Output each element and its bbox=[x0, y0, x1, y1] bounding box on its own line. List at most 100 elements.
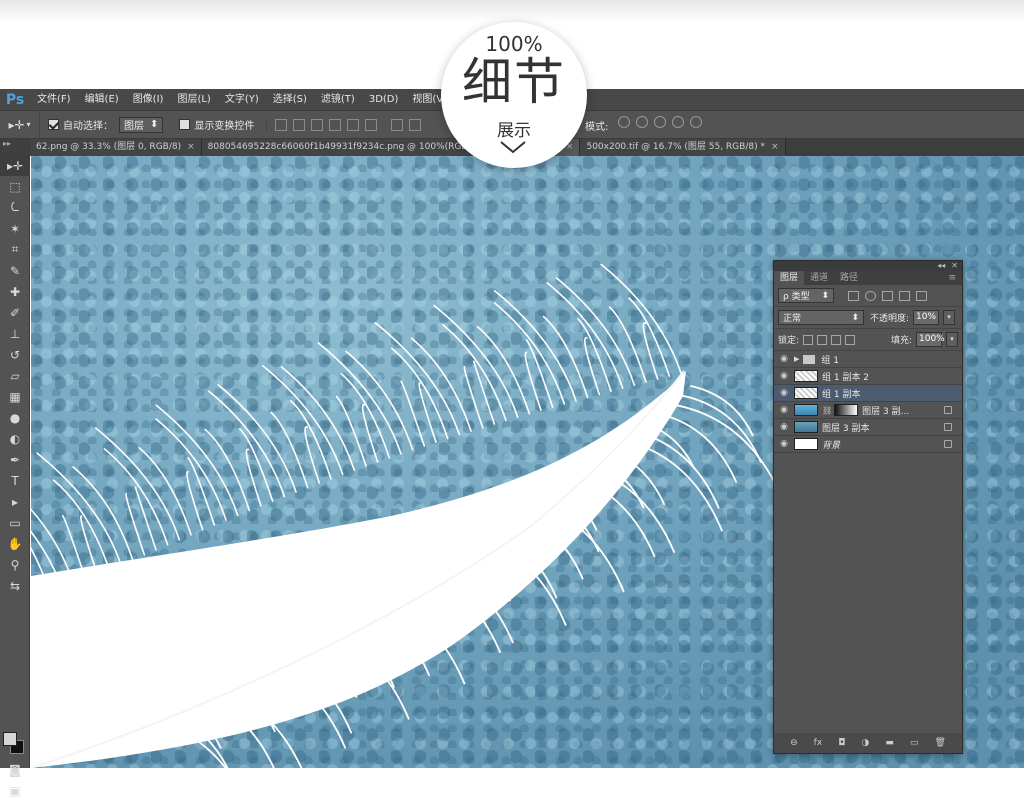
filter-type-icon[interactable] bbox=[882, 290, 893, 301]
panel-menu-icon[interactable]: ≡ bbox=[942, 271, 962, 285]
tools-panel-header[interactable]: ▸▸ bbox=[0, 139, 29, 155]
auto-select-dropdown[interactable]: 图层 ⬍ bbox=[119, 116, 164, 133]
filter-shape-icon[interactable] bbox=[899, 290, 910, 301]
3d-drag-icon[interactable] bbox=[654, 116, 666, 128]
fx-icon[interactable]: fx bbox=[814, 738, 823, 748]
trash-icon[interactable]: 🗑 bbox=[935, 738, 946, 748]
distribute-top-icon[interactable] bbox=[391, 118, 404, 131]
auto-select-checkbox[interactable] bbox=[48, 119, 59, 130]
new-layer-icon[interactable]: ▭ bbox=[910, 738, 919, 748]
layer-row[interactable]: ◉ ▶ 组 1 bbox=[774, 351, 962, 368]
tab-paths[interactable]: 路径 bbox=[834, 271, 864, 285]
quick-mask-tool[interactable]: ◙ bbox=[0, 759, 30, 780]
collapse-icon[interactable]: ◂◂ bbox=[937, 261, 945, 271]
link-icon[interactable]: ⛓ bbox=[822, 406, 832, 415]
3d-slide-icon[interactable] bbox=[672, 116, 684, 128]
close-icon[interactable]: × bbox=[187, 139, 195, 156]
menu-item[interactable]: 文字(Y) bbox=[218, 89, 266, 111]
3d-scale-icon[interactable] bbox=[690, 116, 702, 128]
filter-pixel-icon[interactable] bbox=[848, 290, 859, 301]
eye-icon[interactable]: ◉ bbox=[774, 371, 794, 381]
history-brush-tool[interactable]: ↺ bbox=[0, 344, 30, 365]
align-top-icon[interactable] bbox=[275, 118, 288, 131]
distribute-vcenter-icon[interactable] bbox=[409, 118, 422, 131]
menu-item[interactable]: 文件(F) bbox=[30, 89, 78, 111]
healing-tool[interactable]: ✚ bbox=[0, 281, 30, 302]
mask-icon[interactable]: ◘ bbox=[838, 738, 845, 748]
eye-icon[interactable]: ◉ bbox=[774, 439, 794, 449]
path-select-tool[interactable]: ▸ bbox=[0, 491, 30, 512]
show-transform-checkbox[interactable] bbox=[179, 119, 191, 130]
brush-tool[interactable]: ✐ bbox=[0, 302, 30, 323]
link-icon[interactable]: ⊖ bbox=[790, 738, 798, 748]
shape-tool[interactable]: ▭ bbox=[0, 512, 30, 533]
layer-row[interactable]: ◉ 组 1 副本 2 bbox=[774, 368, 962, 385]
gradient-tool[interactable]: ▦ bbox=[0, 386, 30, 407]
marquee-tool[interactable]: ⬚ bbox=[0, 176, 30, 197]
menu-item[interactable]: 3D(D) bbox=[362, 89, 406, 111]
align-hcenter-icon[interactable] bbox=[347, 118, 360, 131]
align-right-icon[interactable] bbox=[365, 118, 378, 131]
dodge-tool[interactable]: ◐ bbox=[0, 428, 30, 449]
document-tab[interactable]: 808054695228c66060f1b49931f9234c.png @ 1… bbox=[201, 139, 492, 156]
menu-item[interactable]: 图像(I) bbox=[126, 89, 171, 111]
3d-roll-icon[interactable] bbox=[636, 116, 648, 128]
eyedropper-tool[interactable]: ✎ bbox=[0, 260, 30, 281]
crop-tool[interactable]: ⌗ bbox=[0, 239, 30, 260]
hand-tool[interactable]: ✋ bbox=[0, 533, 30, 554]
lock-transparent-icon[interactable] bbox=[803, 334, 814, 345]
document-tab[interactable]: 62.png @ 33.3% (图层 0, RGB/8) × bbox=[30, 139, 202, 156]
align-left-icon[interactable] bbox=[329, 118, 342, 131]
fill-input[interactable]: 100% bbox=[916, 332, 945, 347]
feather-barb bbox=[472, 360, 496, 425]
blend-mode-select[interactable]: 正常 ⬍ bbox=[778, 310, 864, 325]
eye-icon[interactable]: ◉ bbox=[774, 388, 794, 398]
layer-row[interactable]: ◉ 图层 3 副本 bbox=[774, 419, 962, 436]
opacity-slider-button[interactable]: ▾ bbox=[943, 310, 956, 325]
lock-image-icon[interactable] bbox=[817, 334, 828, 345]
zoom-tool[interactable]: ⚲ bbox=[0, 554, 30, 575]
fill-slider-button[interactable]: ▾ bbox=[946, 332, 958, 347]
tab-layers[interactable]: 图层 bbox=[774, 271, 805, 285]
foreground-color-swatch[interactable] bbox=[3, 732, 17, 746]
close-icon[interactable]: ✕ bbox=[951, 261, 958, 271]
3d-mode-buttons bbox=[618, 116, 702, 128]
blur-tool[interactable]: ● bbox=[0, 407, 30, 428]
pen-tool[interactable]: ✒ bbox=[0, 449, 30, 470]
align-vcenter-icon[interactable] bbox=[293, 118, 306, 131]
layer-row[interactable]: ◉ 背景 bbox=[774, 436, 962, 453]
lock-all-icon[interactable] bbox=[845, 334, 856, 345]
layer-row[interactable]: ◉ ⛓ 图层 3 副... bbox=[774, 402, 962, 419]
3d-rotate-icon[interactable] bbox=[618, 116, 630, 128]
menu-item[interactable]: 编辑(E) bbox=[78, 89, 126, 111]
eye-icon[interactable]: ◉ bbox=[774, 405, 794, 415]
document-tab[interactable]: 500x200.tif @ 16.7% (图层 55, RGB/8) * × bbox=[580, 139, 786, 156]
lasso-tool[interactable]: ᘇ bbox=[0, 197, 30, 218]
filter-adjustment-icon[interactable] bbox=[865, 290, 876, 301]
type-tool[interactable]: T bbox=[0, 470, 30, 491]
feather-barb bbox=[661, 402, 784, 500]
expand-triangle-icon[interactable]: ▶ bbox=[794, 355, 799, 363]
menu-item[interactable]: 滤镜(T) bbox=[314, 89, 362, 111]
screen-mode-tool[interactable]: ▣ bbox=[0, 780, 30, 801]
close-icon[interactable]: × bbox=[771, 139, 779, 156]
filter-smart-icon[interactable] bbox=[916, 290, 927, 301]
lock-position-icon[interactable] bbox=[831, 334, 842, 345]
swap-colors[interactable]: ⇆ bbox=[0, 575, 30, 596]
folder-icon[interactable]: ▬ bbox=[885, 738, 894, 748]
opacity-input[interactable]: 10% bbox=[913, 310, 940, 325]
magic-wand-tool[interactable]: ✶ bbox=[0, 218, 30, 239]
align-bottom-icon[interactable] bbox=[311, 118, 324, 131]
adjustment-icon[interactable]: ◑ bbox=[861, 738, 869, 748]
tool-preset-picker[interactable]: ▸✛ ▾ bbox=[0, 110, 40, 139]
move-tool[interactable]: ▸✛ bbox=[0, 155, 30, 176]
menu-item[interactable]: 图层(L) bbox=[170, 89, 217, 111]
tab-channels[interactable]: 通道 bbox=[804, 271, 834, 285]
filter-kind-select[interactable]: ρ 类型 ⬍ bbox=[778, 288, 834, 303]
stamp-tool[interactable]: ⊥ bbox=[0, 323, 30, 344]
eraser-tool[interactable]: ▱ bbox=[0, 365, 30, 386]
eye-icon[interactable]: ◉ bbox=[774, 354, 794, 364]
menu-item[interactable]: 选择(S) bbox=[266, 89, 314, 111]
eye-icon[interactable]: ◉ bbox=[774, 422, 794, 432]
layer-row[interactable]: ◉ 组 1 副本 bbox=[774, 385, 962, 402]
